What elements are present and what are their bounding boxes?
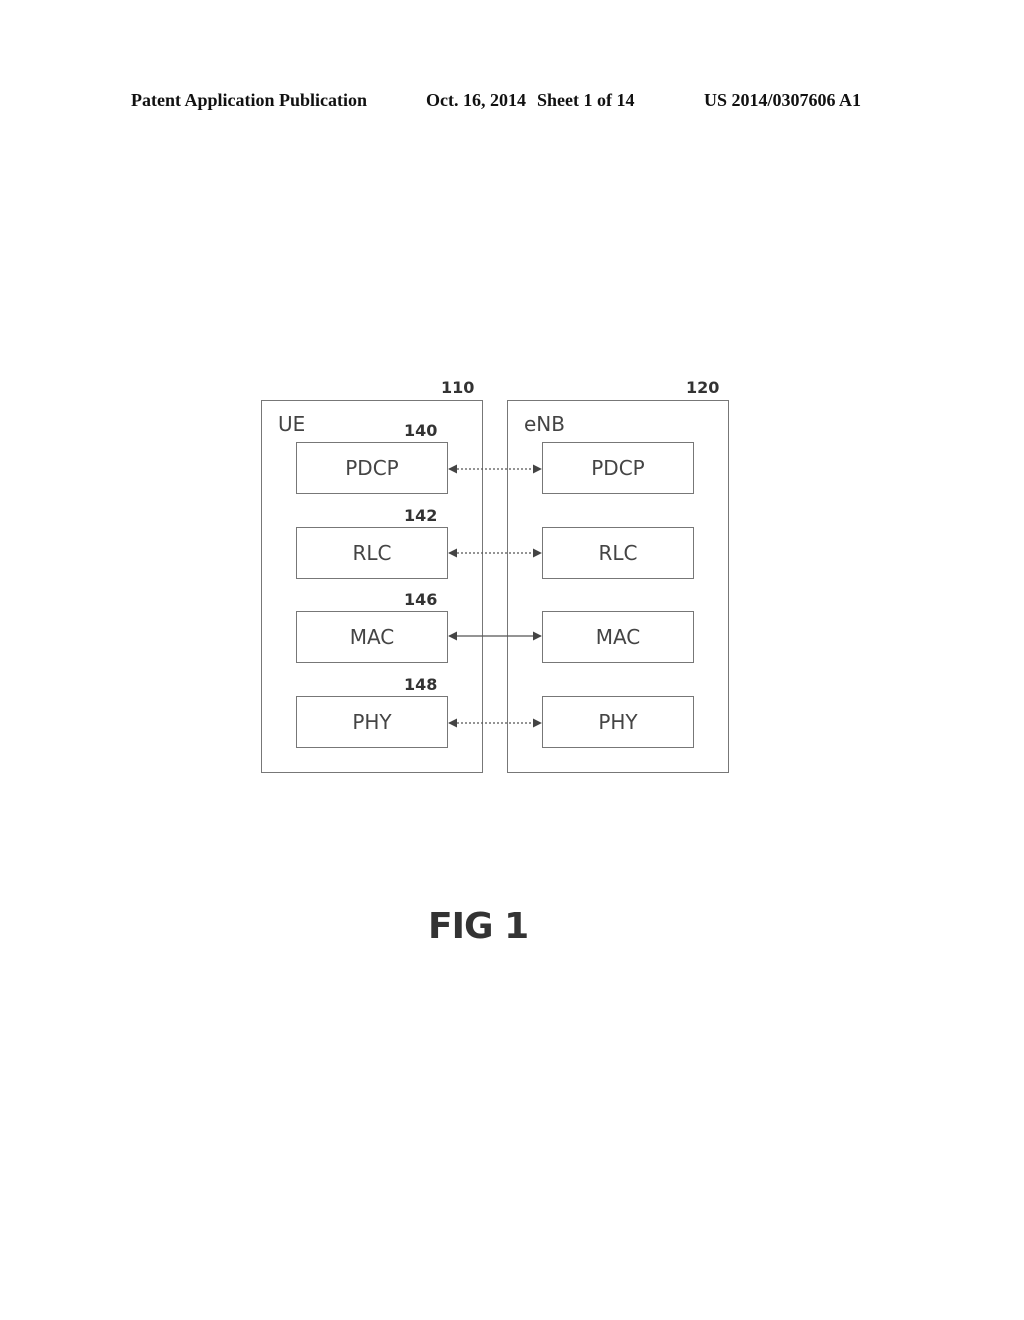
figure-caption: FIG 1 <box>428 906 529 947</box>
peer-links <box>448 464 542 728</box>
